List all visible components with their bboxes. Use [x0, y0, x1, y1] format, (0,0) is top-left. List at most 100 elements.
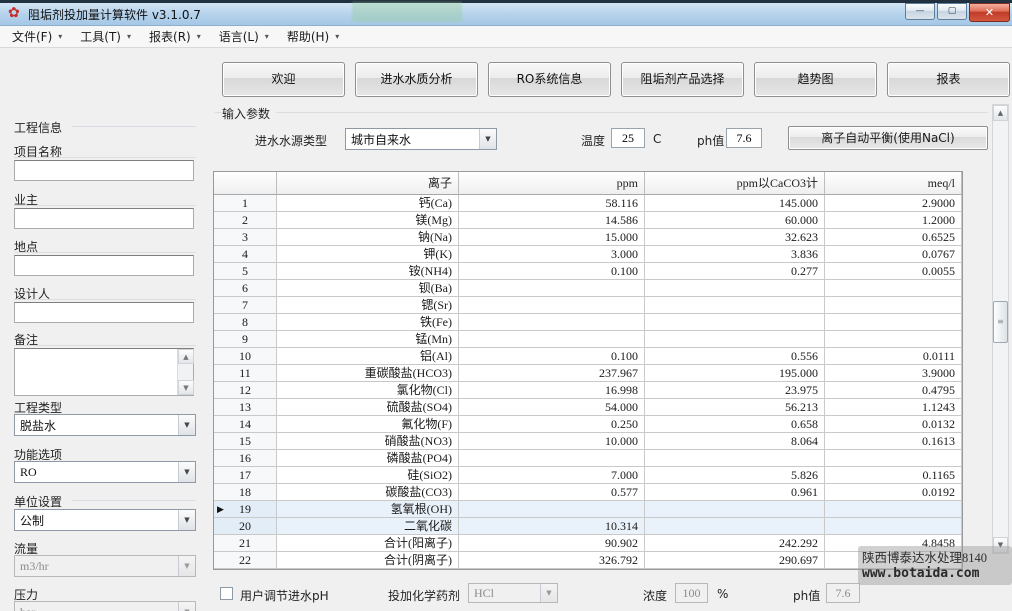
designer-input[interactable]: [14, 302, 194, 323]
ppm-caco3-cell[interactable]: [645, 297, 825, 314]
menu-help[interactable]: 帮助(H)▾: [285, 26, 341, 47]
location-input[interactable]: [14, 255, 194, 276]
temperature-input[interactable]: [611, 128, 645, 148]
meql-cell[interactable]: 0.0192: [825, 484, 962, 501]
ppm-caco3-cell[interactable]: 3.836: [645, 246, 825, 263]
meql-cell[interactable]: 1.2000: [825, 212, 962, 229]
ppm-cell[interactable]: [459, 501, 645, 518]
ppm-cell[interactable]: 16.998: [459, 382, 645, 399]
meql-cell[interactable]: [825, 450, 962, 467]
ppm-cell[interactable]: [459, 314, 645, 331]
tab-ro-system-info[interactable]: RO系统信息: [488, 62, 611, 97]
scroll-up-icon[interactable]: ▲: [993, 105, 1008, 121]
close-button[interactable]: ✕: [969, 3, 1010, 22]
ppm-cell[interactable]: 10.000: [459, 433, 645, 450]
tab-welcome[interactable]: 欢迎: [222, 62, 345, 97]
function-option-select[interactable]: RO ▼: [14, 461, 196, 483]
ppm-caco3-cell[interactable]: 0.277: [645, 263, 825, 280]
ion-name-cell[interactable]: 镁(Mg): [277, 212, 459, 229]
ion-name-cell[interactable]: 二氧化碳: [277, 518, 459, 535]
ppm-caco3-cell[interactable]: 32.623: [645, 229, 825, 246]
ppm-caco3-cell[interactable]: 0.961: [645, 484, 825, 501]
ppm-cell[interactable]: 54.000: [459, 399, 645, 416]
ion-name-cell[interactable]: 硝酸盐(NO3): [277, 433, 459, 450]
ion-auto-balance-button[interactable]: 离子自动平衡(使用NaCl): [788, 126, 988, 150]
meql-cell[interactable]: 1.1243: [825, 399, 962, 416]
ppm-cell[interactable]: 58.116: [459, 195, 645, 212]
meql-cell[interactable]: 3.9000: [825, 365, 962, 382]
meql-cell[interactable]: 0.4795: [825, 382, 962, 399]
notes-scrollbar[interactable]: ▲ ▼: [177, 349, 193, 395]
tab-feedwater-analysis[interactable]: 进水水质分析: [355, 62, 478, 97]
ion-name-cell[interactable]: 钙(Ca): [277, 195, 459, 212]
ppm-caco3-cell[interactable]: 8.064: [645, 433, 825, 450]
tab-trend-chart[interactable]: 趋势图: [754, 62, 877, 97]
ppm-caco3-cell[interactable]: 56.213: [645, 399, 825, 416]
vertical-scrollbar[interactable]: ▲ ≡ ▼: [992, 104, 1009, 554]
ion-name-cell[interactable]: 合计(阳离子): [277, 535, 459, 552]
ppm-cell[interactable]: 326.792: [459, 552, 645, 569]
ppm-cell[interactable]: [459, 450, 645, 467]
meql-cell[interactable]: 0.0111: [825, 348, 962, 365]
ppm-cell[interactable]: 10.314: [459, 518, 645, 535]
ion-name-cell[interactable]: 碳酸盐(CO3): [277, 484, 459, 501]
ppm-caco3-cell[interactable]: [645, 331, 825, 348]
ppm-caco3-cell[interactable]: 5.826: [645, 467, 825, 484]
ppm-cell[interactable]: 14.586: [459, 212, 645, 229]
scroll-down-icon[interactable]: ▼: [178, 380, 194, 395]
meql-cell[interactable]: 0.1613: [825, 433, 962, 450]
meql-cell[interactable]: 0.0767: [825, 246, 962, 263]
ppm-cell[interactable]: [459, 297, 645, 314]
menu-file[interactable]: 文件(F)▾: [10, 26, 64, 47]
meql-cell[interactable]: [825, 314, 962, 331]
ppm-cell[interactable]: 7.000: [459, 467, 645, 484]
ion-name-cell[interactable]: 铝(Al): [277, 348, 459, 365]
ion-name-cell[interactable]: 磷酸盐(PO4): [277, 450, 459, 467]
scroll-up-icon[interactable]: ▲: [178, 349, 194, 364]
ion-name-cell[interactable]: 锰(Mn): [277, 331, 459, 348]
ion-name-cell[interactable]: 钠(Na): [277, 229, 459, 246]
ion-name-cell[interactable]: 硫酸盐(SO4): [277, 399, 459, 416]
user-adjust-ph-checkbox[interactable]: [220, 587, 233, 600]
menu-tools[interactable]: 工具(T)▾: [78, 26, 133, 47]
menu-language[interactable]: 语言(L)▾: [217, 26, 271, 47]
ppm-caco3-cell[interactable]: 195.000: [645, 365, 825, 382]
project-type-select[interactable]: 脱盐水 ▼: [14, 414, 196, 436]
ppm-caco3-cell[interactable]: [645, 450, 825, 467]
unit-setting-select[interactable]: 公制 ▼: [14, 509, 196, 531]
ppm-cell[interactable]: 15.000: [459, 229, 645, 246]
meql-cell[interactable]: [825, 331, 962, 348]
ppm-caco3-cell[interactable]: [645, 501, 825, 518]
ion-name-cell[interactable]: 氯化物(Cl): [277, 382, 459, 399]
ph-input[interactable]: [726, 128, 762, 148]
meql-cell[interactable]: 0.6525: [825, 229, 962, 246]
ppm-caco3-cell[interactable]: 145.000: [645, 195, 825, 212]
ppm-caco3-cell[interactable]: 0.556: [645, 348, 825, 365]
owner-input[interactable]: [14, 208, 194, 229]
ppm-cell[interactable]: 0.577: [459, 484, 645, 501]
ppm-caco3-cell[interactable]: 23.975: [645, 382, 825, 399]
meql-cell[interactable]: 0.0055: [825, 263, 962, 280]
ppm-caco3-cell[interactable]: [645, 518, 825, 535]
menu-report[interactable]: 报表(R)▾: [147, 26, 203, 47]
project-name-input[interactable]: [14, 160, 194, 181]
maximize-button[interactable]: ▢: [937, 3, 967, 20]
ppm-cell[interactable]: [459, 280, 645, 297]
ion-name-cell[interactable]: 铁(Fe): [277, 314, 459, 331]
ppm-caco3-cell[interactable]: [645, 280, 825, 297]
meql-cell[interactable]: [825, 518, 962, 535]
ppm-caco3-cell[interactable]: 0.658: [645, 416, 825, 433]
ion-name-cell[interactable]: 氢氧根(OH): [277, 501, 459, 518]
meql-cell[interactable]: 0.0132: [825, 416, 962, 433]
tab-antiscalant-select[interactable]: 阻垢剂产品选择: [621, 62, 744, 97]
ion-name-cell[interactable]: 氟化物(F): [277, 416, 459, 433]
ppm-cell[interactable]: 3.000: [459, 246, 645, 263]
notes-textarea[interactable]: ▲ ▼: [14, 348, 194, 396]
ion-name-cell[interactable]: 重碳酸盐(HCO3): [277, 365, 459, 382]
ion-name-cell[interactable]: 钡(Ba): [277, 280, 459, 297]
tab-report[interactable]: 报表: [887, 62, 1010, 97]
ppm-cell[interactable]: 90.902: [459, 535, 645, 552]
ppm-caco3-cell[interactable]: [645, 314, 825, 331]
ppm-caco3-cell[interactable]: 242.292: [645, 535, 825, 552]
meql-cell[interactable]: 2.9000: [825, 195, 962, 212]
